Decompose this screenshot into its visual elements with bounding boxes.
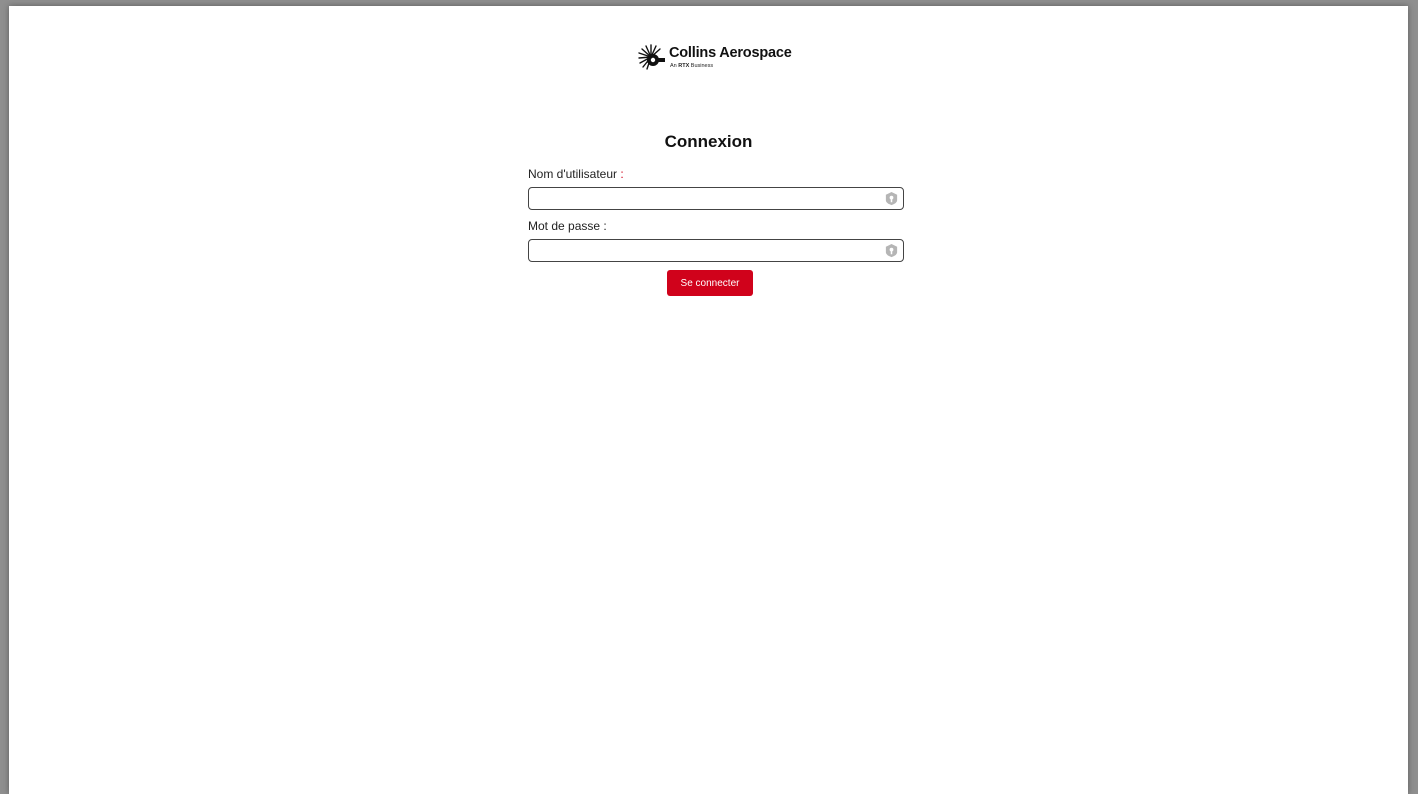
password-field[interactable] — [528, 239, 904, 262]
password-manager-icon[interactable] — [884, 243, 899, 258]
password-label: Mot de passe : — [528, 219, 607, 233]
collins-aerospace-logo: Collins Aerospace An RTX Business — [636, 42, 796, 76]
logo-mark-icon — [638, 44, 665, 70]
username-input[interactable] — [533, 190, 873, 207]
username-field[interactable] — [528, 187, 904, 210]
brand-tagline: An RTX Business — [670, 63, 714, 69]
login-button[interactable]: Se connecter — [667, 270, 753, 296]
password-input[interactable] — [533, 242, 873, 259]
brand-name: Collins Aerospace — [669, 45, 792, 61]
password-manager-icon[interactable] — [884, 191, 899, 206]
page-title: Connexion — [664, 132, 753, 151]
username-label: Nom d'utilisateur : — [528, 167, 624, 181]
page: Collins Aerospace An RTX Business Connex… — [9, 6, 1408, 794]
